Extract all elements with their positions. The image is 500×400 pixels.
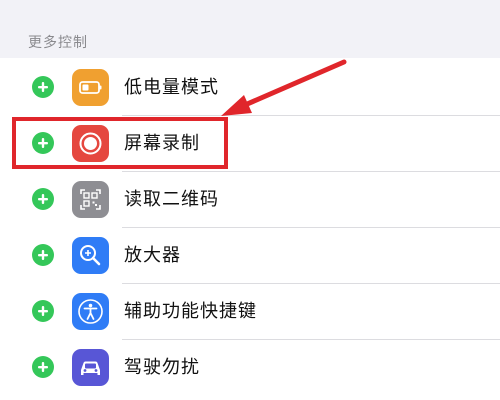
annotation-arrow-icon	[221, 59, 347, 116]
